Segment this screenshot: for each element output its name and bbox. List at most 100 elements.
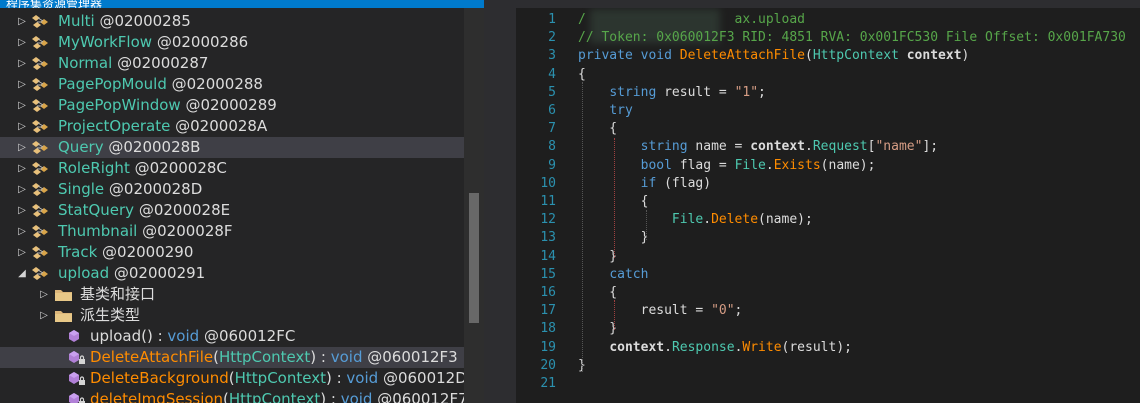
collapse-arrow-icon[interactable]: ▷ bbox=[16, 32, 28, 53]
class-name: ProjectOperate bbox=[58, 117, 171, 135]
method-signature: upload() : void @060012FC bbox=[90, 326, 295, 347]
code-token: context bbox=[906, 48, 962, 64]
code-token: (result); bbox=[781, 339, 852, 355]
tree-member-row[interactable]: deleteImgSession(HttpContext) : void @06… bbox=[0, 389, 468, 403]
code-line: 17 result = "0"; bbox=[516, 302, 1140, 320]
code-token: } bbox=[578, 248, 618, 264]
code-token: ]; bbox=[922, 139, 939, 155]
code-text: { bbox=[578, 193, 1138, 211]
tree-class-row[interactable]: ▷ Single @0200028D bbox=[0, 179, 464, 200]
scrollbar-thumb[interactable] bbox=[469, 193, 479, 323]
code-line: 13 } bbox=[516, 229, 1140, 247]
class-name: Track bbox=[58, 243, 98, 261]
code-token: (name); bbox=[758, 212, 813, 228]
return-type: void bbox=[346, 369, 379, 387]
return-separator: : bbox=[326, 390, 341, 403]
private-method-icon bbox=[68, 370, 88, 387]
collapse-arrow-icon[interactable]: ▷ bbox=[16, 200, 28, 221]
code-token: bool bbox=[640, 157, 672, 173]
line-number: 21 bbox=[540, 376, 556, 391]
code-token: catch bbox=[609, 266, 649, 282]
class-name: Multi bbox=[58, 12, 95, 30]
code-text: } bbox=[578, 320, 1138, 338]
collapse-arrow-icon[interactable]: ▷ bbox=[38, 284, 50, 305]
collapse-arrow-icon[interactable]: ▷ bbox=[16, 116, 28, 137]
tree-vertical-scrollbar[interactable] bbox=[464, 8, 484, 403]
collapse-arrow-icon[interactable]: ▷ bbox=[16, 242, 28, 263]
tree-class-row[interactable]: ▷ StatQuery @0200028E bbox=[0, 200, 464, 221]
class-name: PagePopMould bbox=[58, 75, 167, 93]
line-number: 7 bbox=[548, 121, 556, 137]
tree-member-row[interactable]: DeleteBackground(HttpContext) : void @06… bbox=[0, 368, 476, 389]
code-token: Delete bbox=[711, 212, 759, 228]
code-line: 1 / ax.upload bbox=[516, 11, 1140, 29]
code-token: File bbox=[671, 212, 704, 228]
tree-member-row[interactable]: upload() : void @060012FC bbox=[0, 326, 464, 347]
code-text: } bbox=[578, 357, 1138, 375]
class-name: upload bbox=[58, 264, 110, 282]
code-line: 19 context.Response.Write(result); bbox=[516, 339, 1140, 357]
code-token: DeleteAttachFile bbox=[679, 48, 805, 64]
private-method-icon bbox=[68, 349, 88, 366]
metadata-token: @060012F3 bbox=[367, 348, 458, 366]
public-method-icon bbox=[68, 328, 88, 345]
method-signature: deleteImgSession(HttpContext) : void @06… bbox=[90, 389, 468, 403]
collapse-arrow-icon[interactable]: ▷ bbox=[16, 11, 28, 32]
class-icon bbox=[32, 118, 52, 135]
expand-arrow-icon[interactable]: ◢ bbox=[16, 263, 28, 284]
tree-folder-row[interactable]: ▷ 派生类型 bbox=[0, 305, 464, 326]
code-token: HttpContext bbox=[812, 48, 899, 64]
collapse-arrow-icon[interactable]: ▷ bbox=[16, 158, 28, 179]
metadata-token: @0200028B bbox=[108, 138, 201, 156]
tree-member-row[interactable]: DeleteAttachFile(HttpContext) : void @06… bbox=[0, 347, 464, 368]
code-token: name = bbox=[687, 139, 751, 155]
code-token: flag = bbox=[671, 157, 735, 173]
metadata-token: @02000285 bbox=[99, 12, 191, 30]
line-number: 4 bbox=[548, 66, 556, 82]
param-type: HttpContext bbox=[228, 390, 321, 403]
tree-class-row[interactable]: ▷ PagePopMould @02000288 bbox=[0, 74, 464, 95]
collapse-arrow-icon[interactable]: ▷ bbox=[38, 305, 50, 326]
code-text: context.Response.Write(result); bbox=[578, 339, 1138, 357]
code-token: / bbox=[578, 12, 586, 27]
return-type: void bbox=[167, 327, 200, 345]
collapse-arrow-icon[interactable]: ▷ bbox=[16, 95, 28, 116]
collapse-arrow-icon[interactable]: ▷ bbox=[16, 137, 28, 158]
tree-class-row[interactable]: ▷ Thumbnail @0200028F bbox=[0, 221, 464, 242]
line-number: 20 bbox=[540, 357, 556, 373]
collapse-arrow-icon[interactable]: ▷ bbox=[16, 221, 28, 242]
tree-class-row[interactable]: ▷ ProjectOperate @0200028A bbox=[0, 116, 464, 137]
class-name: PagePopWindow bbox=[58, 96, 181, 114]
tree-folder-row[interactable]: ▷ 基类和接口 bbox=[0, 284, 464, 305]
assembly-explorer-panel: 程序集资源管理器 ▷ Multi @02000285 ▷ MyWorkFlow @02… bbox=[0, 0, 484, 403]
code-line: 21 bbox=[516, 375, 1140, 393]
line-number: 19 bbox=[540, 339, 556, 355]
tree-class-row[interactable]: ▷ Multi @02000285 bbox=[0, 11, 464, 32]
tree-class-row[interactable]: ▷ Track @02000290 bbox=[0, 242, 464, 263]
code-editor[interactable]: 1 / ax.upload 2 // Token: 0x060012F3 RID: 4… bbox=[516, 8, 1140, 403]
panel-splitter[interactable] bbox=[484, 0, 516, 403]
code-token: "name" bbox=[875, 139, 923, 155]
code-line: 14 } bbox=[516, 248, 1140, 266]
tree-class-row[interactable]: ▷ RoleRight @0200028C bbox=[0, 158, 464, 179]
class-name: StatQuery bbox=[58, 201, 135, 219]
tree-class-row[interactable]: ▷ MyWorkFlow @02000286 bbox=[0, 32, 464, 53]
code-token: . bbox=[703, 212, 712, 228]
collapse-arrow-icon[interactable]: ▷ bbox=[16, 179, 28, 200]
editor-tab-strip bbox=[516, 0, 1140, 8]
collapse-arrow-icon[interactable]: ▷ bbox=[16, 74, 28, 95]
code-token: } bbox=[578, 321, 618, 337]
line-number: 16 bbox=[540, 285, 556, 300]
folder-label: 基类和接口 bbox=[80, 285, 156, 303]
code-line: 4{ bbox=[516, 66, 1140, 84]
tree-item-label: RoleRight @0200028C bbox=[58, 158, 227, 179]
tree-class-row[interactable]: ◢ upload @02000291 bbox=[0, 263, 464, 284]
tree-class-row[interactable]: ▷ Normal @02000287 bbox=[0, 53, 464, 74]
method-params: () bbox=[141, 327, 153, 345]
collapse-arrow-icon[interactable]: ▷ bbox=[16, 53, 28, 74]
tree-class-row[interactable]: ▷ Query @0200028B bbox=[0, 137, 464, 158]
code-token: private void bbox=[578, 48, 680, 64]
code-token: Request bbox=[812, 139, 868, 155]
tree-class-row[interactable]: ▷ PagePopWindow @02000289 bbox=[0, 95, 464, 116]
